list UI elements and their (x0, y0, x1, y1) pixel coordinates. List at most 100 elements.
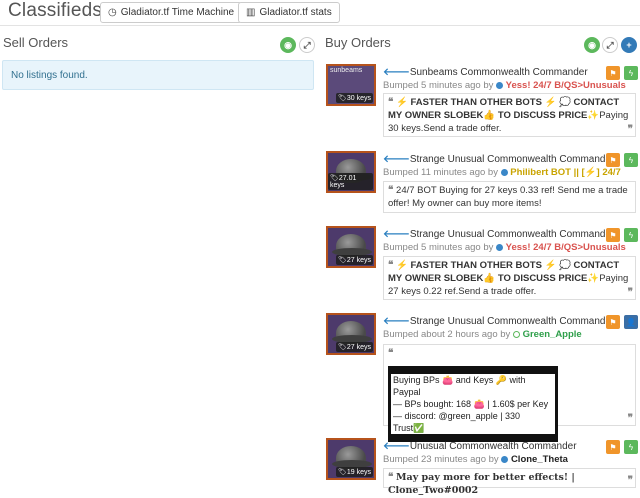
price-badge: 🏷30 keys (335, 93, 373, 103)
flag-icon: ⚑ (609, 155, 617, 165)
bumped-info: Bumped about 2 hours ago by Green_Apple (383, 329, 582, 340)
lightning-button[interactable]: ϟ (624, 153, 638, 167)
user-status-icon (496, 82, 504, 89)
price-badge: 🏷27.01 keys (328, 173, 373, 190)
listing-message: ❝ Buying BPs 👛 and Keys 🔑 with Paypal — … (383, 344, 636, 442)
user-link[interactable]: Green_Apple (523, 329, 582, 340)
lightning-button[interactable]: ϟ (624, 440, 638, 454)
listing-message: ❝ May pay more for better effects! | Clo… (383, 468, 636, 496)
quote-close-icon: ❞ (627, 475, 633, 486)
item-name[interactable]: 🡐Strange Unusual Commonwealth Commander (383, 228, 614, 240)
price-badge: 🏷19 keys (335, 467, 373, 477)
flag-button[interactable]: ⚑ (606, 153, 620, 167)
listing-item: sunbeams 🏷30 keys 🡐Sunbeams Commonwealth… (326, 64, 638, 140)
quote-close-icon: ❞ (627, 287, 633, 298)
flag-button[interactable]: ⚑ (606, 440, 620, 454)
bumped-info: Bumped 11 minutes ago by Philibert BOT |… (383, 167, 621, 178)
listing-message: ❝ 24/7 BOT Buying for 27 keys 0.33 ref! … (383, 181, 636, 213)
message-line: Buying BPs 👛 and Keys 🔑 with Paypal (391, 374, 555, 398)
sell-orders-heading: Sell Orders (3, 35, 69, 50)
quote-open-icon: ❝ (388, 97, 394, 108)
quote-close-icon: ❞ (627, 124, 633, 135)
price-badge: 🏷27 keys (335, 342, 373, 352)
user-status-icon (512, 331, 520, 338)
flag-button[interactable]: ⚑ (606, 66, 620, 80)
item-image[interactable]: 🏷27 keys (326, 226, 376, 268)
arrow-left-icon: 🡐 (383, 229, 410, 240)
expand-icon: ⤢ (303, 39, 311, 50)
flag-icon: ⚑ (609, 68, 617, 78)
arrow-left-icon: 🡐 (383, 67, 410, 78)
stats-button[interactable]: ▥ Gladiator.tf stats (238, 2, 340, 23)
top-bar: Classifieds ◷ Gladiator.tf Time Machine … (0, 0, 640, 26)
clock-icon: ◷ (108, 7, 117, 18)
flag-button[interactable]: ⚑ (606, 228, 620, 242)
user-link[interactable]: Yess! 24/7 B/QS>Unusuals (506, 80, 626, 91)
flag-icon: ⚑ (609, 317, 617, 327)
message-line: — BPs bought: 168 👛 | 1.60$ per Key (391, 398, 555, 410)
lightning-icon: ϟ (628, 68, 634, 78)
item-image[interactable]: 🏷19 keys (326, 438, 376, 480)
lightning-icon: ϟ (628, 155, 634, 165)
no-listings-text: No listings found. (11, 70, 88, 81)
page-title: Classifieds (8, 0, 103, 21)
lightning-button[interactable]: ϟ (624, 228, 638, 242)
user-link[interactable]: Philibert BOT || [⚡] 24/7 (510, 167, 621, 178)
listing-message: ❝ ⚡ FASTER THAN OTHER BOTS ⚡ 💭 CONTACT M… (383, 256, 636, 300)
user-status-icon (496, 244, 504, 251)
user-link[interactable]: Clone_Theta (511, 454, 568, 465)
item-name[interactable]: 🡐Strange Unusual Commonwealth Commander (383, 315, 614, 327)
lightning-icon: ϟ (628, 442, 634, 452)
item-name[interactable]: 🡐Strange Unusual Commonwealth Commander (383, 153, 614, 165)
bumped-info: Bumped 23 minutes ago by Clone_Theta (383, 454, 568, 465)
user-status-icon (500, 169, 508, 176)
arrow-left-icon: 🡐 (383, 154, 410, 165)
quote-close-icon: ❞ (627, 413, 633, 424)
quote-open-icon: ❝ (388, 185, 394, 196)
eye-icon: ◉ (284, 39, 292, 50)
plus-icon: + (626, 40, 632, 50)
arrow-left-icon: 🡐 (383, 441, 410, 452)
quote-open-icon: ❝ (388, 472, 394, 483)
bumped-info: Bumped 5 minutes ago by Yess! 24/7 B/QS>… (383, 242, 626, 253)
user-status-icon (501, 456, 509, 463)
add-friend-button[interactable]: 👤 (624, 315, 638, 329)
listing-item: 🏷27 keys 🡐Strange Unusual Commonwealth C… (326, 226, 638, 302)
bumped-info: Bumped 5 minutes ago by Yess! 24/7 B/QS>… (383, 80, 626, 91)
quote-open-icon: ❝ (388, 260, 394, 271)
flag-button[interactable]: ⚑ (606, 315, 620, 329)
time-machine-label: Gladiator.tf Time Machine (120, 7, 235, 18)
add-buy-order-button[interactable]: + (621, 37, 637, 53)
time-machine-button[interactable]: ◷ Gladiator.tf Time Machine (100, 2, 243, 23)
quote-open-icon: ❝ (388, 348, 394, 359)
flag-icon: ⚑ (609, 230, 617, 240)
item-name[interactable]: 🡐Unusual Commonwealth Commander (383, 440, 577, 452)
message-line: — discord: @green_apple | 330 Trust✅ (391, 410, 555, 434)
item-name[interactable]: 🡐Sunbeams Commonwealth Commander (383, 66, 588, 78)
buy-visibility-button[interactable]: ◉ (584, 37, 600, 53)
item-image[interactable]: sunbeams 🏷30 keys (326, 64, 376, 106)
listing-item: 🏷27.01 keys 🡐Strange Unusual Commonwealt… (326, 151, 638, 216)
arrow-left-icon: 🡐 (383, 316, 410, 327)
lightning-button[interactable]: ϟ (624, 66, 638, 80)
buy-orders-heading: Buy Orders (325, 35, 391, 50)
item-image[interactable]: 🏷27.01 keys (326, 151, 376, 193)
listing-item: 🏷27 keys 🡐Strange Unusual Commonwealth C… (326, 313, 638, 442)
listing-message: ❝ ⚡ FASTER THAN OTHER BOTS ⚡ 💭 CONTACT M… (383, 93, 636, 137)
message-banner: Buying BPs 👛 and Keys 🔑 with Paypal — BP… (388, 366, 558, 442)
item-image-label: sunbeams (330, 67, 363, 74)
eye-icon: ◉ (588, 39, 596, 50)
buy-expand-button[interactable]: ⤢ (602, 37, 618, 53)
item-image[interactable]: 🏷27 keys (326, 313, 376, 355)
expand-icon: ⤢ (606, 39, 614, 50)
sell-expand-button[interactable]: ⤢ (299, 37, 315, 53)
no-listings-alert: No listings found. (2, 60, 314, 90)
bar-chart-icon: ▥ (246, 7, 256, 18)
lightning-icon: ϟ (628, 230, 634, 240)
add-user-icon: 👤 (626, 317, 636, 327)
listing-item: 🏷19 keys 🡐Unusual Commonwealth Commander… (326, 438, 638, 496)
price-badge: 🏷27 keys (335, 255, 373, 265)
user-link[interactable]: Yess! 24/7 B/QS>Unusuals (506, 242, 626, 253)
sell-visibility-button[interactable]: ◉ (280, 37, 296, 53)
flag-icon: ⚑ (609, 442, 617, 452)
